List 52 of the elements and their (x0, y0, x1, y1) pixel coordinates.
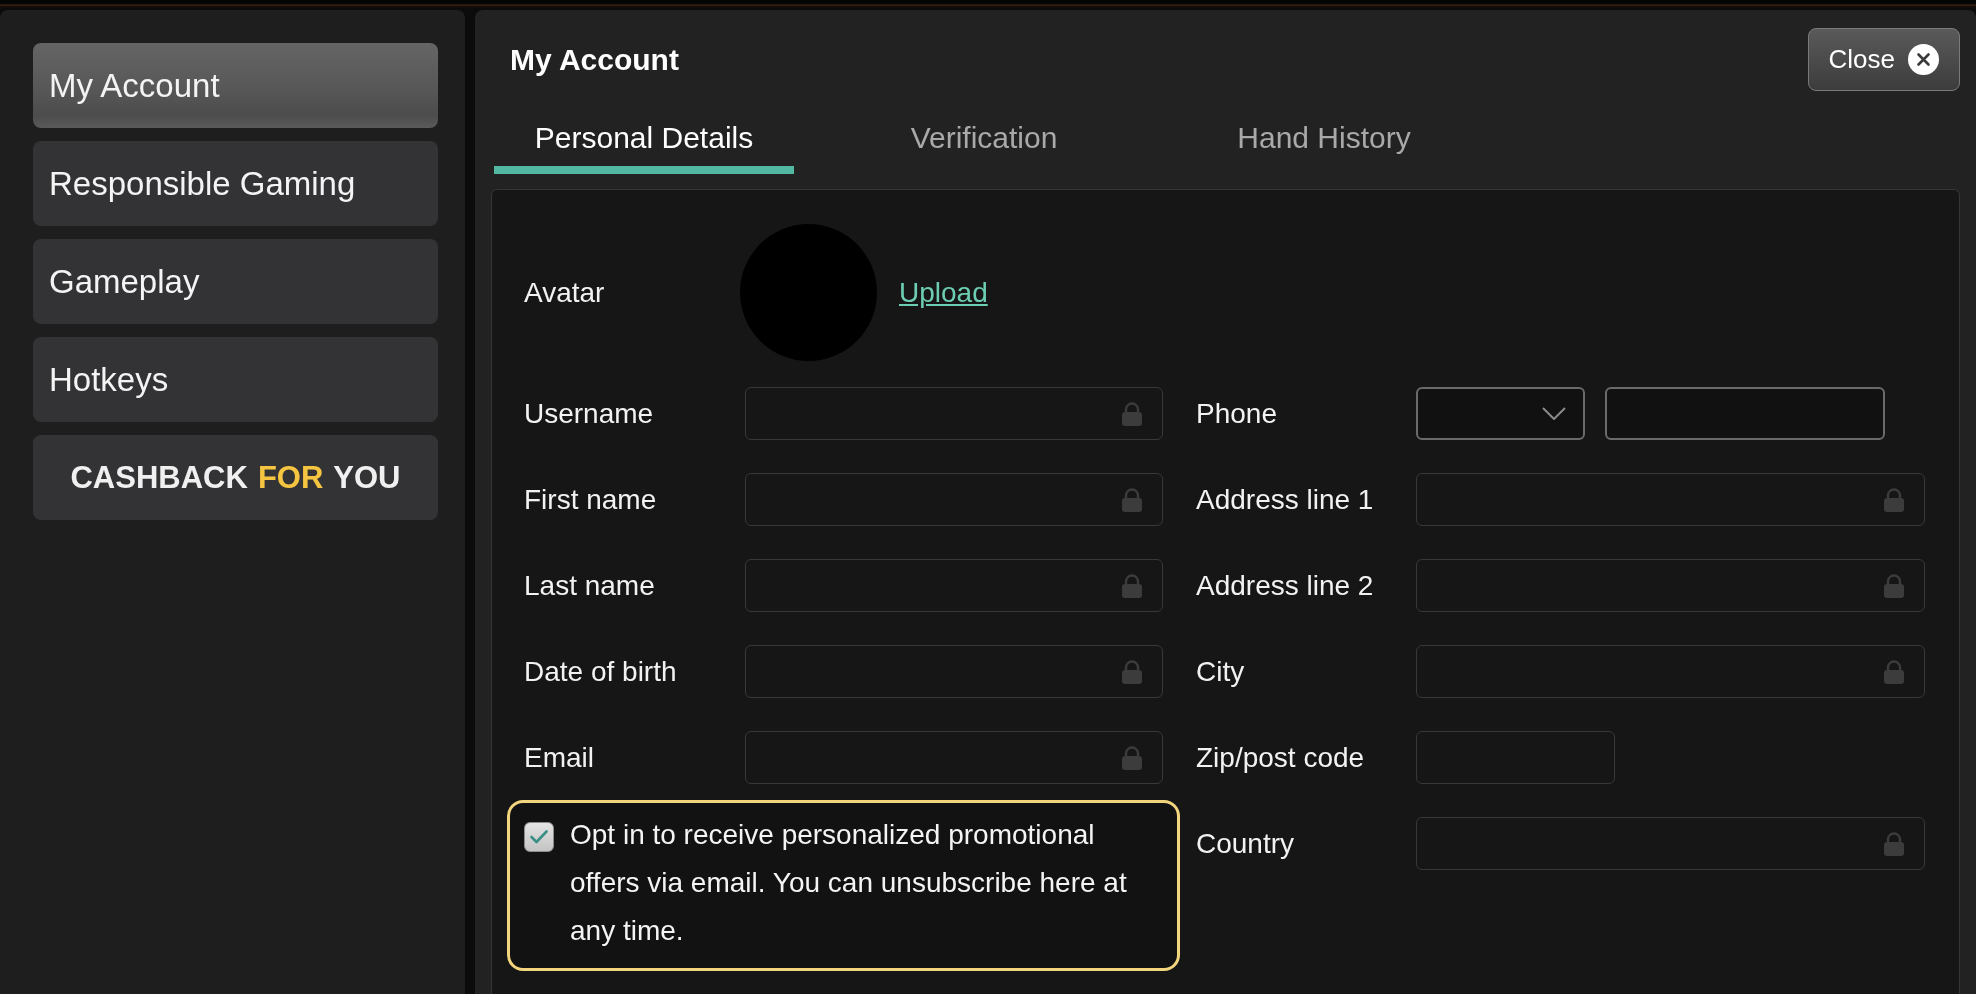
field-label: Phone (1196, 397, 1278, 430)
input-field[interactable] (745, 387, 1163, 440)
close-button[interactable]: Close (1807, 28, 1960, 91)
chevron-down-icon (1542, 407, 1566, 420)
lock-icon (1121, 401, 1143, 426)
field-label: Address line 1 (1196, 483, 1375, 516)
sidebar-item[interactable]: Hotkeys (33, 337, 438, 422)
panel-title: My Account (510, 42, 679, 77)
opt-in-checkbox[interactable] (524, 822, 554, 852)
field-label: Email (524, 741, 595, 774)
input-field[interactable] (1416, 731, 1615, 784)
tab[interactable]: Personal Details (494, 110, 794, 174)
promo-word: CASHBACK (70, 462, 248, 493)
lock-icon (1883, 831, 1905, 856)
field-label: Country (1196, 827, 1296, 860)
field-label: Avatar (524, 276, 606, 309)
lock-icon (1121, 659, 1143, 684)
phone-number-field[interactable] (1605, 387, 1885, 440)
field-label: First name (524, 483, 658, 516)
tab[interactable]: Verification (834, 110, 1134, 174)
promo-word: YOU (333, 462, 401, 493)
input-field[interactable] (1416, 817, 1925, 870)
field-label: Username (524, 397, 655, 430)
lock-icon (1883, 573, 1905, 598)
input-field[interactable] (745, 473, 1163, 526)
sidebar-item[interactable]: Responsible Gaming (33, 141, 438, 226)
field-label: City (1196, 655, 1246, 688)
promo-tile[interactable]: CASHBACK FOR YOU (33, 435, 438, 520)
input-field[interactable] (745, 645, 1163, 698)
upload-link[interactable]: Upload (899, 276, 988, 309)
promo-word: FOR (257, 462, 324, 493)
lock-icon (1883, 487, 1905, 512)
tab[interactable]: Hand History (1174, 110, 1474, 174)
lock-icon (1121, 573, 1143, 598)
input-field[interactable] (1416, 473, 1925, 526)
field-label: Zip/post code (1196, 741, 1366, 774)
lock-icon (1121, 745, 1143, 770)
field-label: Address line 2 (1196, 569, 1375, 602)
opt-in-text: Opt in to receive personalized promotional offers via email. You can unsubscribe here at any time. (570, 818, 1128, 948)
sidebar-item[interactable]: My Account (33, 43, 438, 128)
country-code-dropdown[interactable] (1416, 387, 1585, 440)
close-icon (1908, 44, 1939, 75)
input-field[interactable] (1416, 645, 1925, 698)
checkmark-icon (530, 830, 548, 844)
lock-icon (1883, 659, 1905, 684)
field-label: Date of birth (524, 655, 678, 688)
input-field[interactable] (1416, 559, 1925, 612)
input-field[interactable] (745, 731, 1163, 784)
lock-icon (1121, 487, 1143, 512)
input-field[interactable] (745, 559, 1163, 612)
sidebar-item[interactable]: Gameplay (33, 239, 438, 324)
field-label: Last name (524, 569, 656, 602)
